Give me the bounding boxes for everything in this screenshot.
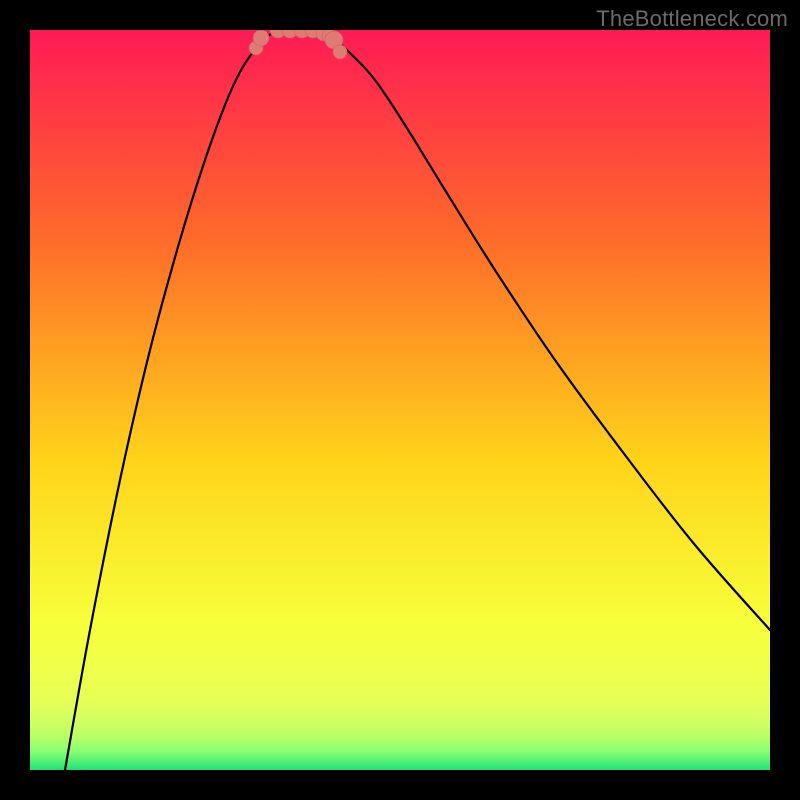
left-curve: [65, 30, 290, 770]
plot-area: [30, 30, 770, 770]
watermark-text: TheBottleneck.com: [596, 6, 788, 32]
chart-frame: TheBottleneck.com: [0, 0, 800, 800]
chart-curves: [30, 30, 770, 770]
marker-point: [253, 30, 269, 46]
marker-group: [249, 30, 347, 59]
marker-point: [333, 45, 347, 59]
right-curve: [290, 30, 770, 630]
